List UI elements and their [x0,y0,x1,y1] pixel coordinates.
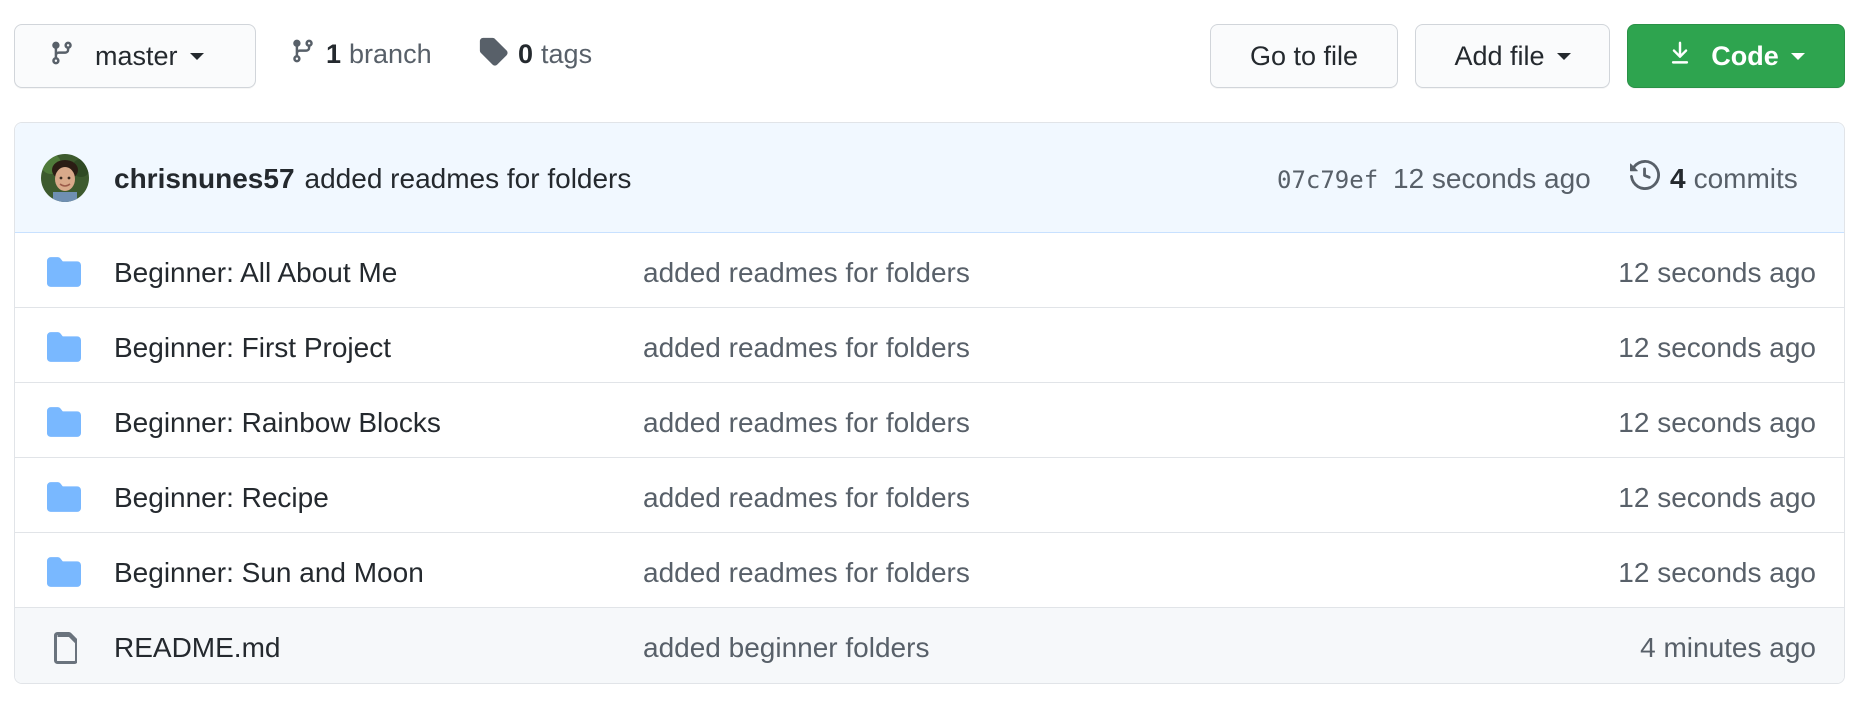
go-to-file-label: Go to file [1249,40,1359,71]
branch-select-button[interactable]: master [14,24,256,88]
file-age: 12 seconds ago [1618,557,1816,588]
add-file-label: Add file [1454,40,1545,71]
file-commit-message-link[interactable]: added readmes for folders [643,557,970,589]
file-commit-message-link[interactable]: added readmes for folders [643,407,970,439]
file-row[interactable]: README.md added beginner folders 4 minut… [15,608,1844,683]
chevron-down-icon [189,52,204,60]
folder-icon [47,332,81,367]
tag-icon [478,36,508,73]
tag-count: 0 [518,39,534,69]
branch-name: master [95,40,178,71]
commit-message-link[interactable]: added readmes for folders [305,163,632,194]
file-row[interactable]: Beginner: All About Me added readmes for… [15,233,1844,308]
history-icon [1630,159,1661,197]
file-name-link[interactable]: Beginner: Sun and Moon [114,557,424,589]
chevron-down-icon [1790,52,1805,60]
file-commit-message-link[interactable]: added beginner folders [643,632,929,664]
folder-icon [47,407,81,442]
file-age: 4 minutes ago [1640,632,1816,663]
folder-icon [47,557,81,592]
code-label: Code [1711,40,1779,71]
folder-icon [47,482,81,517]
file-name-link[interactable]: Beginner: Recipe [114,482,329,514]
file-list: Beginner: All About Me added readmes for… [15,233,1844,683]
commit-summary: chrisnunes57 added readmes for folders [114,163,631,195]
file-age: 12 seconds ago [1618,257,1816,288]
repo-toolbar: master 1 branch 0 tags Go to file Add fi… [0,0,1854,100]
code-button[interactable]: Code [1627,24,1845,88]
file-row[interactable]: Beginner: Recipe added readmes for folde… [15,458,1844,533]
file-age: 12 seconds ago [1618,407,1816,438]
branches-link[interactable]: 1 branch [290,36,432,73]
file-row[interactable]: Beginner: Sun and Moon added readmes for… [15,533,1844,608]
commit-count: 4 [1670,162,1686,194]
commits-label: commits [1693,162,1798,194]
folder-icon [47,257,81,292]
commit-history-link[interactable]: 4 commits [1630,159,1798,197]
branch-icon [49,38,75,75]
file-name-link[interactable]: Beginner: Rainbow Blocks [114,407,441,439]
branch-icon [290,36,316,73]
file-commit-message-link[interactable]: added readmes for folders [643,257,970,289]
branch-label: branch [349,39,432,69]
file-commit-message-link[interactable]: added readmes for folders [643,332,970,364]
tag-label: tags [541,39,593,69]
chevron-down-icon [1556,52,1571,60]
file-age: 12 seconds ago [1618,482,1816,513]
file-browser: chrisnunes57 added readmes for folders 07… [14,122,1845,684]
file-age: 12 seconds ago [1618,332,1816,363]
branch-count: 1 [326,39,342,69]
file-name-link[interactable]: Beginner: First Project [114,332,391,364]
go-to-file-button[interactable]: Go to file [1210,24,1398,88]
add-file-button[interactable]: Add file [1415,24,1610,88]
file-name-link[interactable]: README.md [114,632,280,664]
latest-commit-bar: chrisnunes57 added readmes for folders 07… [15,123,1844,233]
file-row[interactable]: Beginner: First Project added readmes fo… [15,308,1844,383]
commit-sha-link[interactable]: 07c79ef [1277,166,1378,194]
tags-link[interactable]: 0 tags [478,36,592,73]
file-commit-message-link[interactable]: added readmes for folders [643,482,970,514]
avatar[interactable] [41,154,89,202]
commit-author-link[interactable]: chrisnunes57 [114,163,295,194]
commit-age: 12 seconds ago [1393,163,1591,194]
download-icon [1667,39,1693,74]
file-row[interactable]: Beginner: Rainbow Blocks added readmes f… [15,383,1844,458]
file-name-link[interactable]: Beginner: All About Me [114,257,397,289]
file-icon [51,632,78,669]
